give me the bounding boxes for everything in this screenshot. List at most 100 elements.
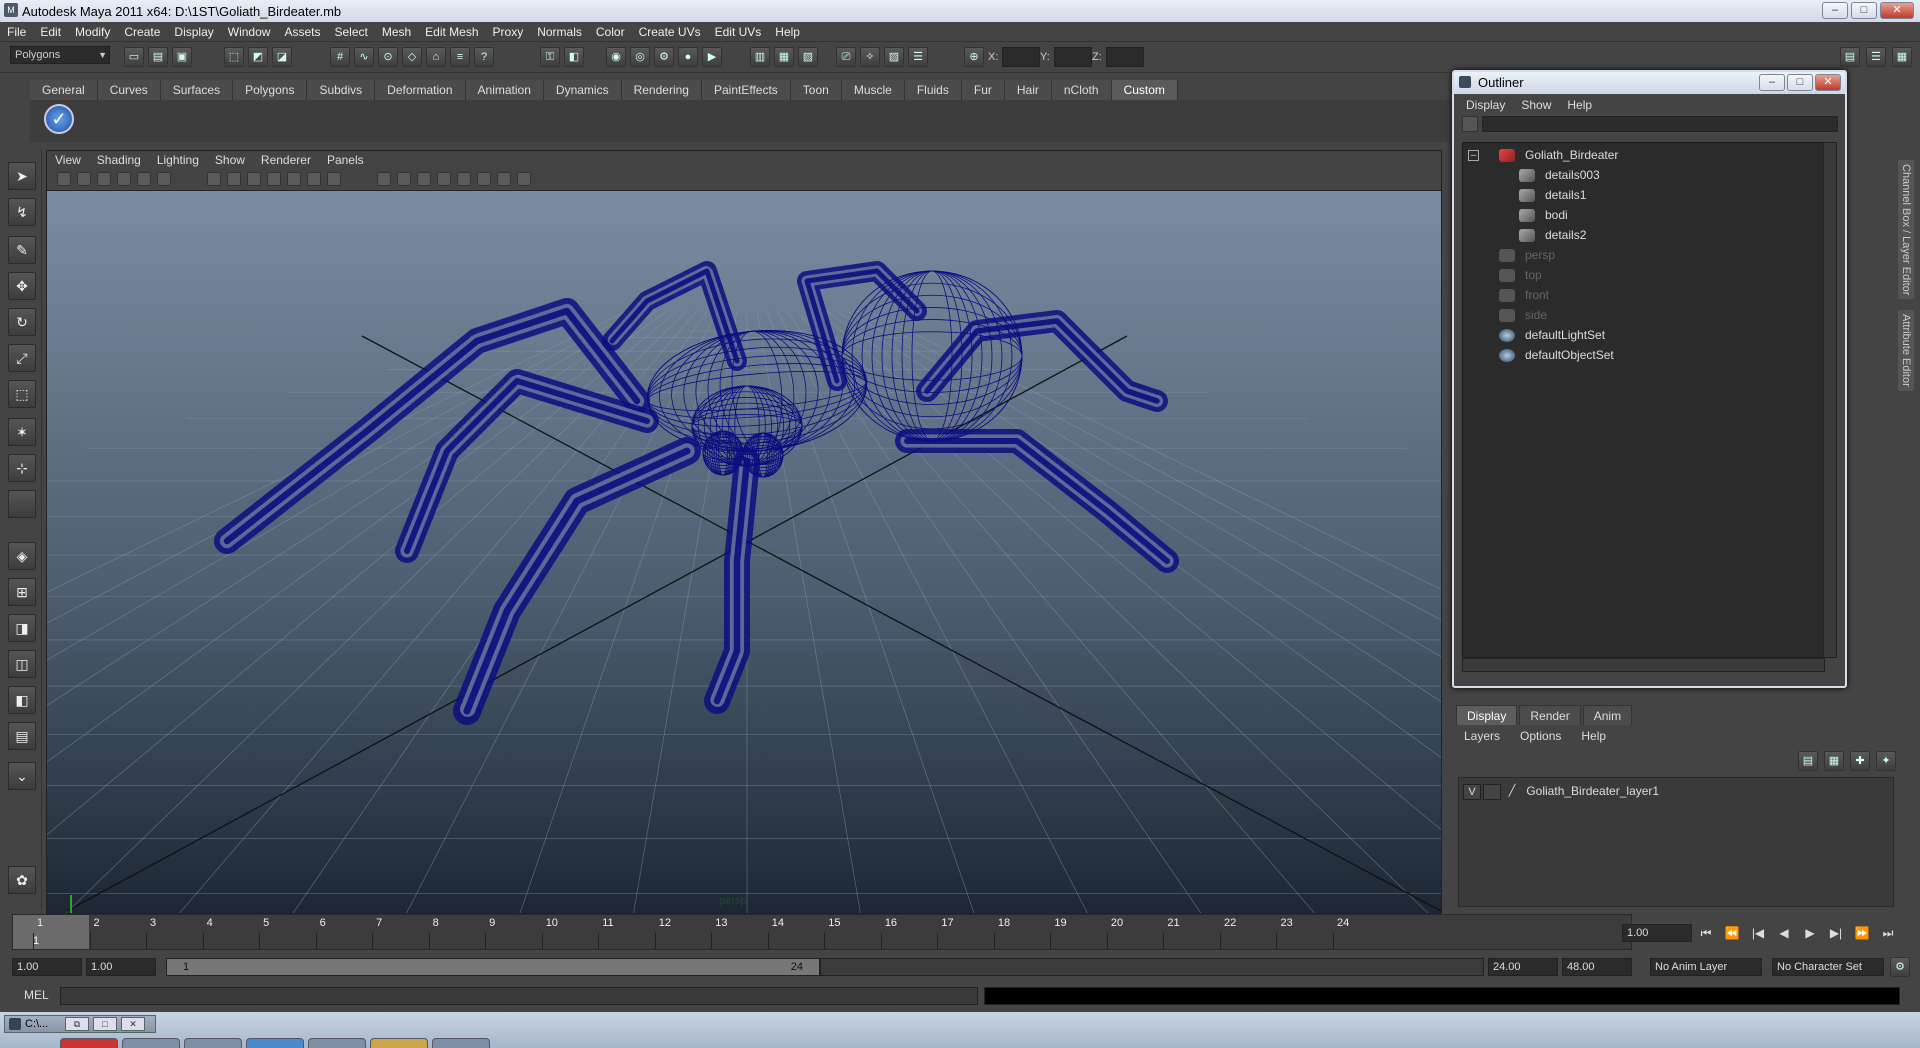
outliner-item[interactable]: side: [1499, 305, 1547, 325]
flat-shade-icon[interactable]: [267, 172, 281, 186]
select-component-icon[interactable]: ◪: [272, 47, 292, 67]
shelf-tab-animation[interactable]: Animation: [465, 80, 544, 100]
outliner-item[interactable]: Goliath_Birdeater: [1499, 145, 1618, 165]
y-field[interactable]: [1054, 47, 1092, 67]
soft-mod-tool-icon[interactable]: ✶: [8, 418, 36, 446]
new-scene-icon[interactable]: ▭: [124, 47, 144, 67]
time-slider[interactable]: 1 1 2 3 4 5 6 7 8 9 10 11 12 13 14 15 16 17 18 19 20 21 22 23 2…: [12, 914, 1632, 950]
outliner-item[interactable]: defaultLightSet: [1499, 325, 1605, 345]
channel-box-tab[interactable]: Channel Box / Layer Editor: [1898, 160, 1914, 300]
step-back-frame-icon[interactable]: |◀: [1748, 924, 1768, 942]
persp-graph-layout-icon[interactable]: ◫: [8, 650, 36, 678]
tool-settings-toggle-icon[interactable]: ▧: [798, 47, 818, 67]
outliner-item[interactable]: bodi: [1519, 205, 1568, 225]
high-quality-icon[interactable]: [417, 172, 431, 186]
layer-menu-help[interactable]: Help: [1581, 729, 1606, 743]
show-manipulator-icon[interactable]: ⊹: [8, 454, 36, 482]
outliner-item[interactable]: details003: [1519, 165, 1600, 185]
new-layer-from-selected-icon[interactable]: ▦: [1824, 751, 1844, 771]
menu-edit[interactable]: Edit: [33, 25, 68, 39]
mel-label[interactable]: MEL: [24, 988, 49, 1002]
shelf-tab-subdivs[interactable]: Subdivs: [307, 80, 376, 100]
filter-icon[interactable]: [1462, 116, 1478, 132]
taskbar-app-6[interactable]: [370, 1038, 428, 1048]
outliner-minimize-button[interactable]: –: [1759, 74, 1785, 91]
menu-create[interactable]: Create: [117, 25, 167, 39]
outliner-close-button[interactable]: ✕: [1815, 74, 1841, 91]
shelf-tab-painteffects[interactable]: PaintEffects: [701, 80, 791, 100]
shelf-tab-polygons[interactable]: Polygons: [233, 80, 308, 100]
isolate-select-icon[interactable]: [437, 172, 451, 186]
close-icon[interactable]: ✕: [121, 1017, 145, 1031]
menu-proxy[interactable]: Proxy: [486, 25, 531, 39]
animation-end-field[interactable]: 48.00: [1562, 958, 1632, 976]
attribute-editor-tab[interactable]: Attribute Editor: [1898, 310, 1914, 391]
light-icon[interactable]: ✧: [860, 47, 880, 67]
playback-start-field[interactable]: 1.00: [86, 958, 156, 976]
step-back-key-icon[interactable]: ⏪: [1722, 924, 1742, 942]
menu-assets[interactable]: Assets: [277, 25, 327, 39]
range-slider[interactable]: 1 24: [166, 958, 820, 976]
snap-grid-icon[interactable]: #: [330, 47, 350, 67]
menu-window[interactable]: Window: [221, 25, 278, 39]
menu-display[interactable]: Display: [167, 25, 220, 39]
layer-name[interactable]: Goliath_Birdeater_layer1: [1526, 784, 1659, 798]
shelf-tab-general[interactable]: General: [30, 80, 98, 100]
viewport-menu-show[interactable]: Show: [207, 151, 253, 169]
outliner-menu-help[interactable]: Help: [1559, 96, 1600, 114]
shelf-tab-fluids[interactable]: Fluids: [904, 80, 962, 100]
paint-select-icon[interactable]: ✎: [8, 236, 36, 264]
sidebar-toggle-icon[interactable]: ▤: [1840, 47, 1860, 67]
shelf-tab-custom[interactable]: Custom: [1111, 80, 1178, 100]
resolution-gate-icon[interactable]: [157, 172, 171, 186]
outliner-graph-layout-icon[interactable]: ◧: [8, 686, 36, 714]
outliner-item[interactable]: top: [1499, 265, 1542, 285]
ipr-render-icon[interactable]: ◎: [630, 47, 650, 67]
grid-icon[interactable]: [117, 172, 131, 186]
shelf-tab-toon[interactable]: Toon: [790, 80, 842, 100]
viewport-scene[interactable]: persp: [47, 191, 1441, 913]
history-icon[interactable]: ≡: [450, 47, 470, 67]
camera-icon[interactable]: ⎚: [836, 47, 856, 67]
layer-color-icon[interactable]: ╱: [1503, 784, 1521, 800]
menu-modify[interactable]: Modify: [68, 25, 117, 39]
menu-color[interactable]: Color: [589, 25, 632, 39]
layer-tab-anim[interactable]: Anim: [1582, 705, 1633, 725]
anim-layer-select[interactable]: No Anim Layer: [1650, 958, 1762, 976]
snap-point-icon[interactable]: ⊙: [378, 47, 398, 67]
select-hierarchy-icon[interactable]: ⬚: [224, 47, 244, 67]
render-icon[interactable]: ◉: [606, 47, 626, 67]
lasso-tool-icon[interactable]: ↯: [8, 198, 36, 226]
close-button[interactable]: ✕: [1880, 2, 1914, 19]
move-tool-icon[interactable]: ✥: [8, 272, 36, 300]
maximize-icon[interactable]: □: [93, 1017, 117, 1031]
smooth-shade-wire-icon[interactable]: [247, 172, 261, 186]
taskbar-app-1[interactable]: [60, 1038, 118, 1048]
transform-input-icon[interactable]: ⊕: [964, 47, 984, 67]
playback-end-field[interactable]: 24.00: [1488, 958, 1558, 976]
channel-box-toggle-icon[interactable]: ▥: [750, 47, 770, 67]
xray-icon[interactable]: [457, 172, 471, 186]
step-forward-key-icon[interactable]: ⏩: [1852, 924, 1872, 942]
shelf-tab-hair[interactable]: Hair: [1004, 80, 1052, 100]
perspective-viewport[interactable]: View Shading Lighting Show Renderer Panels pe…: [46, 150, 1442, 914]
menu-edit-uvs[interactable]: Edit UVs: [708, 25, 769, 39]
minimized-window-item[interactable]: C:\... ⧉ □ ✕: [4, 1015, 156, 1033]
remove-from-layer-icon[interactable]: ✦: [1876, 751, 1896, 771]
layer-menu-layers[interactable]: Layers: [1464, 729, 1500, 743]
menu-select[interactable]: Select: [327, 25, 374, 39]
menu-create-uvs[interactable]: Create UVs: [632, 25, 708, 39]
select-tool-icon[interactable]: ➤: [8, 162, 36, 190]
xray-joints-icon[interactable]: [477, 172, 491, 186]
textured-icon[interactable]: [307, 172, 321, 186]
collapse-icon[interactable]: –: [1468, 150, 1479, 161]
menu-help[interactable]: Help: [768, 25, 807, 39]
step-forward-frame-icon[interactable]: ▶|: [1826, 924, 1846, 942]
layer-display-type-toggle[interactable]: [1483, 783, 1501, 800]
wireframe-shading-icon[interactable]: [207, 172, 221, 186]
menu-edit-mesh[interactable]: Edit Mesh: [418, 25, 485, 39]
bookmark-icon[interactable]: [77, 172, 91, 186]
outliner-vertical-scrollbar[interactable]: [1823, 142, 1837, 658]
current-time-field[interactable]: 1.00: [1622, 924, 1692, 942]
all-lights-icon[interactable]: [327, 172, 341, 186]
